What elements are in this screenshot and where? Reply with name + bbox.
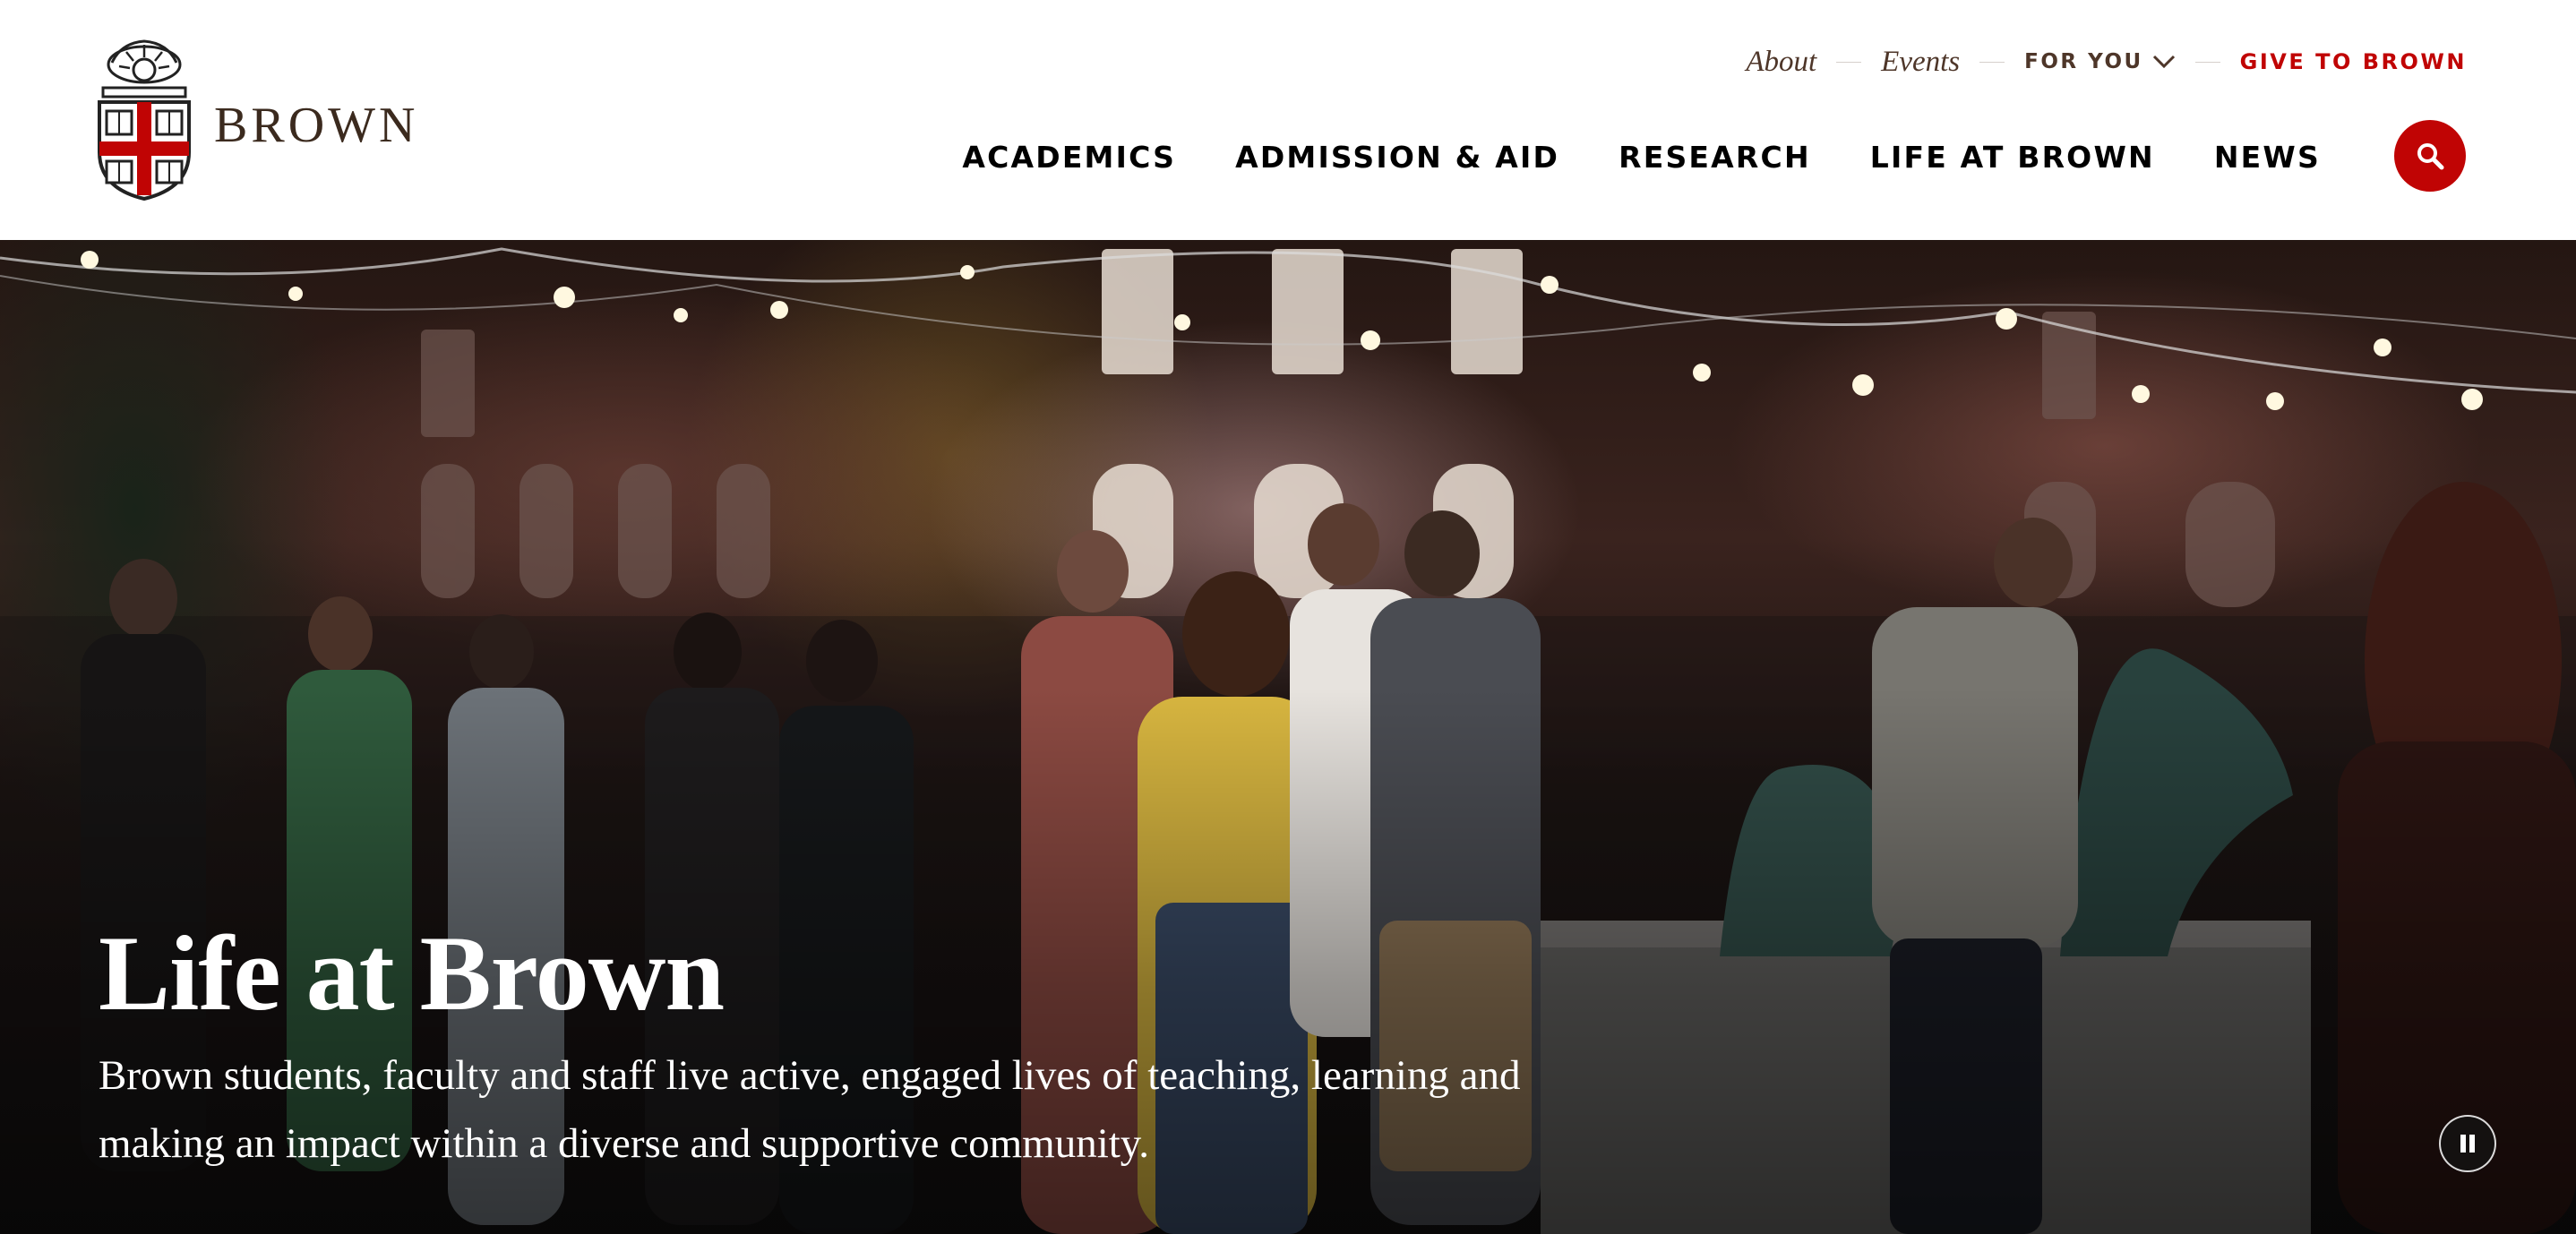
nav-admission-aid[interactable]: ADMISSION & AID: [1235, 140, 1559, 175]
utility-divider: [2194, 61, 2220, 63]
hero-title: Life at Brown: [99, 913, 725, 1033]
nav-research[interactable]: RESEARCH: [1619, 140, 1811, 175]
utility-divider: [1979, 61, 2005, 63]
events-link[interactable]: Events: [1881, 46, 1960, 79]
site-header: BROWN About Events FOR YOU GIVE TO BROWN…: [0, 0, 2576, 240]
brown-wordmark: BROWN: [214, 97, 419, 153]
brown-logo[interactable]: BROWN: [94, 36, 452, 201]
utility-nav: About Events FOR YOU GIVE TO BROWN: [1746, 40, 2467, 83]
for-you-label: FOR YOU: [2024, 50, 2143, 73]
chevron-down-icon: [2152, 55, 2175, 69]
hero-section: Life at Brown Brown students, faculty an…: [0, 240, 2576, 1234]
main-nav: ACADEMICS ADMISSION & AID RESEARCH LIFE …: [962, 134, 2321, 179]
give-to-brown-link[interactable]: GIVE TO BROWN: [2240, 49, 2467, 74]
brown-crest-icon: [98, 39, 191, 201]
search-icon: [2417, 143, 2444, 170]
hero-description: Brown students, faculty and staff live a…: [99, 1052, 1521, 1167]
nav-academics[interactable]: ACADEMICS: [962, 140, 1176, 175]
for-you-dropdown[interactable]: FOR YOU: [2024, 50, 2176, 73]
nav-life-at-brown[interactable]: LIFE AT BROWN: [1870, 140, 2155, 175]
utility-divider: [1836, 61, 1862, 63]
about-link[interactable]: About: [1746, 46, 1816, 79]
nav-news[interactable]: NEWS: [2214, 140, 2321, 175]
pause-video-button[interactable]: [2439, 1115, 2496, 1172]
pause-icon: [2460, 1135, 2475, 1153]
search-button[interactable]: [2394, 120, 2466, 192]
